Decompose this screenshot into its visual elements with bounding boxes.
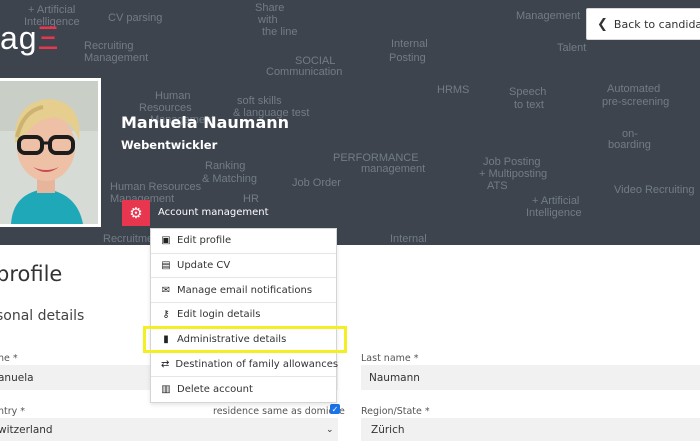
residence-same-as-domicile-label: residence same as domicile <box>213 406 345 417</box>
background-word: Communication <box>266 66 343 78</box>
background-word: Recruiting <box>84 40 134 52</box>
trash-icon: ▥ <box>161 383 171 395</box>
background-word: Automated <box>607 83 661 95</box>
account-menu-item-label: Administrative details <box>177 334 287 346</box>
user-card-icon: ▣ <box>161 235 171 247</box>
background-word: Share <box>255 2 285 14</box>
background-word: the line <box>262 26 298 38</box>
background-word: + Artificial <box>532 195 580 207</box>
background-word: + Multiposting <box>479 168 548 180</box>
background-word: soft skills <box>237 95 282 107</box>
account-management-dropdown: ▣ Edit profile ▤ Update CV ✉ Manage email not… <box>150 228 339 403</box>
background-word: HR <box>243 193 259 205</box>
last-name-label: Last name * <box>361 353 419 364</box>
account-menu-item[interactable]: ▤ Update CV <box>151 254 336 279</box>
background-word: Job Order <box>292 177 341 189</box>
logo-text: ag <box>0 20 38 56</box>
profile-photo-image <box>0 81 98 224</box>
last-name-value: Naumann <box>369 372 420 384</box>
account-menu-item[interactable]: ⚷ Edit login details <box>151 303 336 328</box>
background-word: ATS <box>487 180 508 192</box>
background-word: Internal <box>390 233 427 245</box>
region-value: Zürich <box>371 424 405 436</box>
first-name-value: anuela <box>0 372 34 384</box>
account-menu-item-label: Destination of family allowances <box>175 358 339 370</box>
account-menu-item-label: Edit profile <box>177 235 232 247</box>
background-word: Human Resources <box>110 181 202 193</box>
account-management-button[interactable]: ⚙ <box>122 200 150 226</box>
region-label: Region/State * <box>361 406 430 417</box>
chevron-left-icon: ❮ <box>597 16 608 32</box>
background-word: pre-screening <box>602 96 670 108</box>
account-management-label[interactable]: Account management <box>158 207 269 218</box>
background-word: boarding <box>608 139 651 151</box>
account-menu-item[interactable]: ▮ Administrative details <box>151 328 336 353</box>
account-menu-item-label: Delete account <box>177 383 253 395</box>
account-menu-item-label: Update CV <box>177 260 231 272</box>
account-menu-item[interactable]: ⇄ Destination of family allowances <box>151 352 339 378</box>
background-word: Speech <box>509 86 547 98</box>
page-title: profile <box>0 262 63 286</box>
profile-header-banner: + Artificial Intelligence CV parsing Share w… <box>0 0 700 245</box>
account-menu-item[interactable]: ✉ Manage email notifications <box>151 278 336 304</box>
background-word: Intelligence <box>526 207 582 219</box>
background-word: Human <box>155 90 191 102</box>
account-menu-item-label: Manage email notifications <box>177 284 313 296</box>
background-word: CV parsing <box>108 12 163 24</box>
background-word: Internal <box>391 38 428 50</box>
background-word: to text <box>514 99 544 111</box>
country-label: ntry * <box>0 406 26 417</box>
background-word: + Artificial <box>28 4 76 16</box>
background-word: management <box>361 163 426 175</box>
background-word: Talent <box>557 42 587 54</box>
key-icon: ⚷ <box>162 309 170 321</box>
background-word: Ranking <box>205 160 246 172</box>
personal-details-heading: sonal details <box>0 308 85 324</box>
background-word: Management <box>516 10 581 22</box>
background-word: HRMS <box>437 84 470 96</box>
clipboard-icon: ▤ <box>161 260 171 272</box>
logo-accent: Ξ <box>37 20 60 56</box>
background-word: Management <box>84 52 149 64</box>
back-to-candidate-label: Back to candidate <box>613 17 700 31</box>
document-icon: ▮ <box>163 334 169 346</box>
country-value: witzerland <box>0 424 53 436</box>
email-icon: ✉ <box>161 284 171 296</box>
candidate-name: Manuela Naumann <box>121 113 290 132</box>
residence-same-as-domicile-checkbox[interactable]: ✓ <box>330 404 340 414</box>
background-word: & Matching <box>202 173 258 185</box>
background-word: Video Recruiting <box>614 184 695 196</box>
background-word: Job Posting <box>483 156 541 168</box>
company-logo[interactable]: agΞ <box>0 20 59 57</box>
candidate-job-title: Webentwickler <box>121 138 218 152</box>
background-word: Posting <box>389 52 426 64</box>
chevron-down-icon: ⌄ <box>326 425 334 435</box>
region-field[interactable] <box>361 418 700 441</box>
background-word: with <box>258 14 278 26</box>
first-name-label: ne * <box>0 353 18 364</box>
profile-photo <box>0 78 101 227</box>
back-to-candidate-button[interactable]: ❮ Back to candidate <box>586 8 700 40</box>
account-menu-item[interactable]: ▣ Edit profile <box>151 229 336 254</box>
money-icon: ⇄ <box>161 358 170 370</box>
gear-icon: ⚙ <box>129 204 143 222</box>
account-menu-item[interactable]: ▥ Delete account <box>151 377 336 402</box>
account-menu-item-label: Edit login details <box>177 309 261 321</box>
